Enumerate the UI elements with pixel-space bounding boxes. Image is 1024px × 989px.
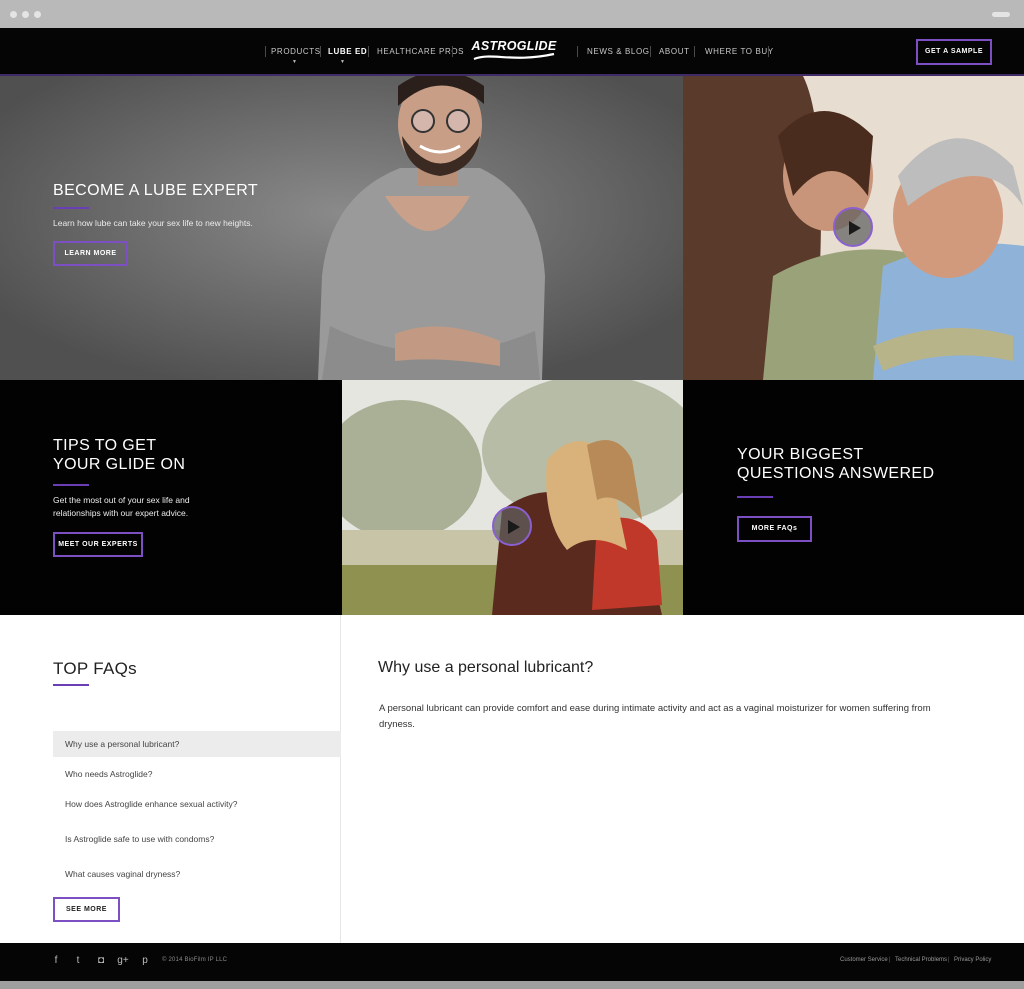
nav-item-products[interactable]: PRODUCTS (271, 47, 321, 56)
nav-item-news-blog[interactable]: NEWS & BLOG (587, 47, 650, 56)
answer-question: Why use a personal lubricant? (378, 659, 594, 676)
tips-description-line1: Get the most out of your sex life and (53, 495, 190, 505)
logo-swoosh-icon (473, 52, 555, 61)
browser-menu-icon (992, 12, 1010, 17)
title-underline (53, 684, 89, 686)
nav-separator (265, 46, 266, 57)
nav-separator (320, 46, 321, 57)
get-a-sample-button[interactable]: GET A SAMPLE (916, 39, 992, 65)
instagram-icon[interactable]: ◘ (95, 954, 107, 968)
title-underline (737, 496, 773, 498)
more-faqs-button[interactable]: MORE FAQs (737, 516, 812, 542)
tips-tile: TIPS TO GET YOUR GLIDE ON Get the most o… (0, 380, 342, 615)
questions-title-line2: QUESTIONS ANSWERED (737, 465, 935, 482)
play-icon (849, 221, 861, 235)
hero-title: BECOME A LUBE EXPERT (53, 182, 259, 199)
video-play-button[interactable] (833, 207, 873, 247)
see-more-button[interactable]: SEE MORE (53, 897, 120, 922)
tips-title-line1: TIPS TO GET (53, 437, 157, 454)
browser-chrome (0, 0, 1024, 28)
meet-our-experts-button[interactable]: MEET OUR EXPERTS (53, 532, 143, 557)
footer-link-technical-problems[interactable]: Technical Problems (895, 957, 947, 963)
window-dot-icon (10, 11, 17, 18)
nav-item-about[interactable]: ABOUT (659, 47, 690, 56)
nav-separator (452, 46, 453, 57)
hero-description: Learn how lube can take your sex life to… (53, 218, 253, 228)
facebook-icon[interactable]: f (50, 954, 62, 968)
nav-separator (694, 46, 695, 57)
faq-list-item[interactable]: Why use a personal lubricant? (53, 731, 341, 757)
answer-text: A personal lubricant can provide comfort… (379, 703, 931, 730)
couple-video-tile[interactable] (683, 76, 1024, 380)
astroglide-logo[interactable]: ASTROGLIDE (468, 39, 560, 65)
faq-list-item[interactable]: Who needs Astroglide? (53, 761, 341, 787)
copyright-text: © 2014 BioFilm IP LLC (162, 957, 228, 963)
hero-lube-expert-tile: BECOME A LUBE EXPERT Learn how lube can … (0, 76, 683, 380)
twitter-icon[interactable]: t (72, 954, 84, 968)
learn-more-button[interactable]: LEARN MORE (53, 241, 128, 266)
pinterest-icon[interactable]: p (139, 954, 151, 968)
faq-list-item[interactable]: What causes vaginal dryness? (53, 861, 341, 887)
questions-title-line1: YOUR BIGGEST (737, 446, 864, 463)
footer: f t ◘ g+ p © 2014 BioFilm IP LLC Custome… (0, 943, 1024, 981)
faq-answer-panel: Why use a personal lubricant? A personal… (342, 615, 1024, 943)
footer-separator: | (948, 957, 950, 963)
nav-separator (650, 46, 651, 57)
window-dot-icon (22, 11, 29, 18)
faq-heading-text: TOP FAQs (53, 659, 137, 678)
footer-link-customer-service[interactable]: Customer Service (840, 957, 888, 963)
title-underline (53, 484, 89, 486)
faq-heading: TOP FAQs (53, 659, 137, 679)
page-viewport: PRODUCTS ▼ LUBE ED ▼ HEALTHCARE PROS AST… (0, 28, 1024, 981)
nav-separator (768, 46, 769, 57)
video-play-button[interactable] (492, 506, 532, 546)
chevron-down-icon[interactable]: ▼ (340, 59, 345, 65)
nav-separator (368, 46, 369, 57)
window-dot-icon (34, 11, 41, 18)
play-icon (508, 520, 520, 534)
questions-answered-tile: YOUR BIGGEST QUESTIONS ANSWERED MORE FAQ… (683, 380, 1024, 615)
faq-list-item[interactable]: Is Astroglide safe to use with condoms? (53, 826, 341, 852)
tips-description-line2: relationships with our expert advice. (53, 508, 189, 518)
women-hugging-photo (342, 380, 683, 615)
faq-list-item[interactable]: How does Astroglide enhance sexual activ… (53, 791, 341, 817)
nav-separator (577, 46, 578, 57)
tips-title-line2: YOUR GLIDE ON (53, 456, 186, 473)
meadow-video-tile[interactable] (342, 380, 683, 615)
footer-separator: | (889, 957, 891, 963)
chevron-down-icon[interactable]: ▼ (292, 59, 297, 65)
top-faqs-panel: TOP FAQs Why use a personal lubricant? W… (0, 615, 341, 943)
nav-item-lube-ed[interactable]: LUBE ED (328, 47, 367, 56)
footer-link-privacy-policy[interactable]: Privacy Policy (954, 957, 991, 963)
nav-item-where-to-buy[interactable]: WHERE TO BUY (705, 47, 774, 56)
title-underline (53, 207, 89, 209)
top-navigation: PRODUCTS ▼ LUBE ED ▼ HEALTHCARE PROS AST… (0, 28, 1024, 76)
googleplus-icon[interactable]: g+ (117, 954, 129, 968)
